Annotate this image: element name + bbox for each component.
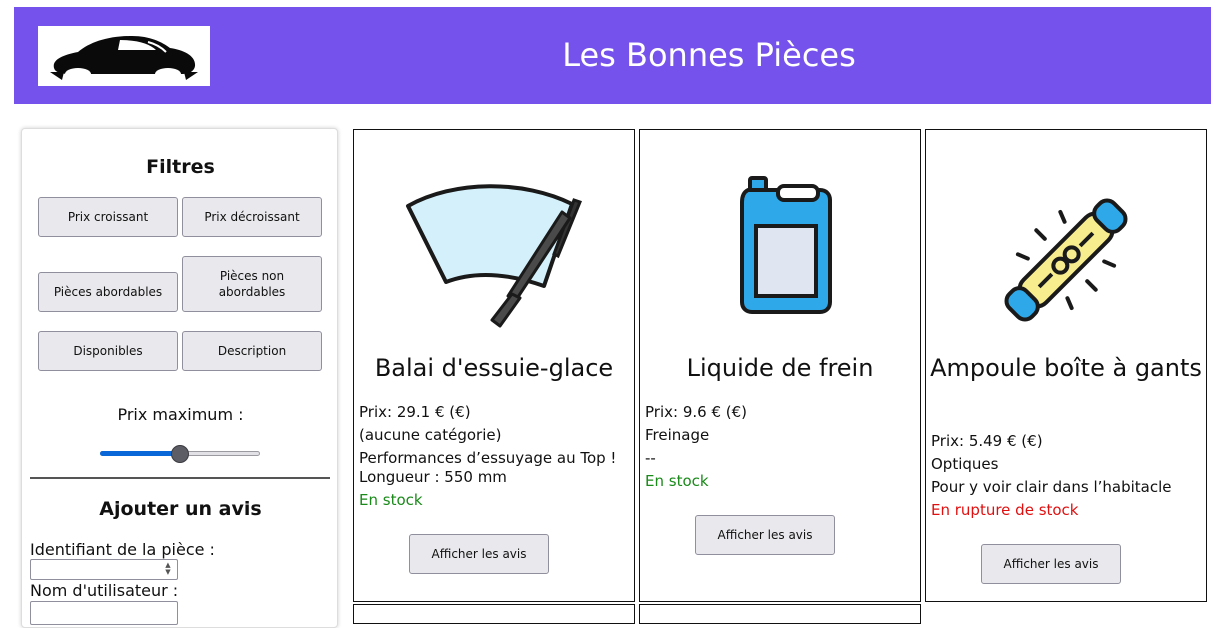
sort-price-descending-button[interactable]: Prix décroissant [182,197,322,237]
username-input[interactable] [30,601,178,625]
show-reviews-button[interactable]: Afficher les avis [695,515,835,555]
piece-id-input[interactable]: ▲ ▼ [30,559,178,580]
product-category: Freinage [645,426,710,444]
product-card: Ampoule boîte à gants Prix: 5.49 € (€) O… [925,129,1207,602]
product-description: Performances d’essuyage au Top ! Longueu… [359,449,617,486]
filters-title: Filtres [146,156,215,178]
product-description: -- [645,449,656,467]
affordable-parts-button[interactable]: Pièces abordables [38,272,178,312]
max-price-slider[interactable] [100,443,260,463]
non-affordable-parts-button[interactable]: Pièces non abordables [182,256,322,312]
stock-status: En stock [645,472,709,490]
slider-fill [100,451,180,456]
light-bulb-icon [1004,198,1128,322]
product-price: Prix: 9.6 € (€) [645,403,747,421]
site-title: Les Bonnes Pièces [562,36,856,74]
filters-panel: Filtres Prix croissant Prix décroissant … [21,128,338,628]
section-divider [30,477,330,479]
stock-status: En rupture de stock [931,501,1079,519]
product-name: Ampoule boîte à gants [930,354,1202,382]
wiper-blade-icon [406,184,582,328]
sort-price-ascending-button[interactable]: Prix croissant [38,197,178,237]
piece-id-label: Identifiant de la pièce : [30,540,215,559]
stock-status: En stock [359,491,423,509]
spinner-down-icon[interactable]: ▼ [161,569,175,576]
site-logo[interactable] [38,26,210,86]
description-button[interactable]: Description [182,331,322,371]
product-name: Balai d'essuie-glace [374,354,614,382]
product-category: Optiques [931,455,999,473]
number-spinner[interactable]: ▲ ▼ [161,562,175,577]
username-label: Nom d'utilisateur : [30,581,179,600]
car-silhouette-icon [50,36,198,80]
show-reviews-button[interactable]: Afficher les avis [981,544,1121,584]
product-price: Prix: 29.1 € (€) [359,403,471,421]
product-price: Prix: 5.49 € (€) [931,432,1043,450]
product-card: Liquide de frein Prix: 9.6 € (€) Freinag… [639,129,921,602]
product-card-partial [353,604,635,624]
product-card: Balai d'essuie-glace Prix: 29.1 € (€) (a… [353,129,635,602]
site-header: Les Bonnes Pièces [14,7,1211,104]
product-category: (aucune catégorie) [359,426,502,444]
review-form-title: Ajouter un avis [99,498,262,520]
product-description: Pour y voir clair dans l’habitacle [931,478,1172,496]
product-card-partial [639,604,921,624]
slider-thumb[interactable] [171,445,189,463]
available-button[interactable]: Disponibles [38,331,178,371]
product-name: Liquide de frein [686,354,874,382]
max-price-label: Prix maximum : [117,405,244,424]
fluid-canister-icon [740,176,832,314]
show-reviews-button[interactable]: Afficher les avis [409,534,549,574]
